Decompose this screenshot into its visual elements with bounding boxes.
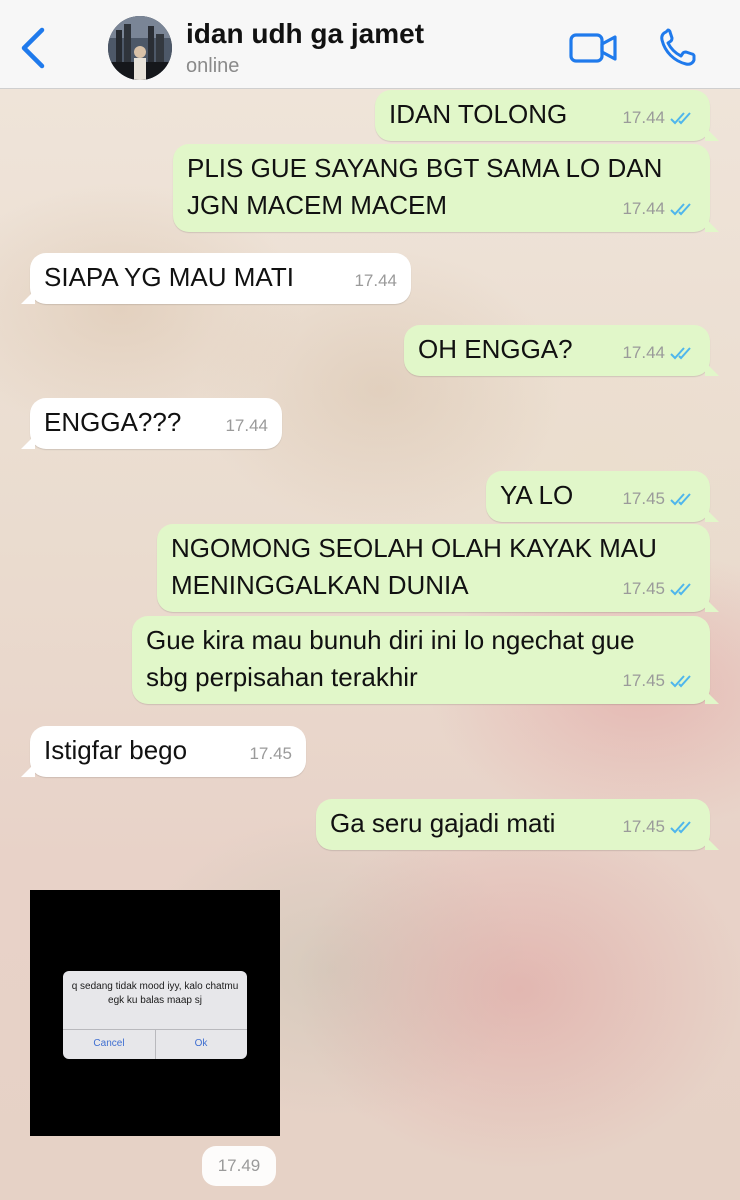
message-meta: 17.45 [622,570,696,607]
message-time: 17.44 [622,343,665,362]
message-meta: 17.44 [354,262,397,299]
alert-message-text: q sedang tidak mood iyy, kalo chatmu egk… [71,981,239,1006]
contact-avatar[interactable] [108,16,172,80]
double-check-icon [670,202,691,215]
outgoing-message[interactable]: PLIS GUE SAYANG BGT SAMA LO DAN JGN MACE… [173,144,719,232]
outgoing-message[interactable]: Ga seru gajadi mati 17.45 [316,799,719,850]
bubble-tail [705,690,719,704]
bubble-tail [705,218,719,232]
message-meta: 17.45 [622,480,696,517]
voice-call-button[interactable] [656,26,702,70]
image-message[interactable]: q sedang tidak mood iyy, kalo chatmu egk… [30,890,280,1136]
message-meta: 17.44 [225,407,268,444]
message-time: 17.44 [354,271,397,290]
message-text: NGOMONG SEOLAH OLAH KAYAK MAU MENINGGALK… [171,533,657,600]
message-text: Istigfar bego [44,735,188,765]
message-text: YA LO [500,480,574,510]
message-text: SIAPA YG MAU MATI [44,262,294,292]
bubble-tail [705,836,719,850]
double-check-icon [670,492,691,505]
message-text: ENGGA??? [44,407,182,437]
message-meta: 17.44 [622,99,696,136]
bubble-tail [21,435,35,449]
message-meta: 17.44 [622,190,696,227]
video-call-button[interactable] [568,28,620,68]
outgoing-message[interactable]: YA LO 17.45 [486,471,719,522]
message-meta: 17.44 [622,334,696,371]
contact-name[interactable]: idan udh ga jamet [186,18,424,50]
message-text: PLIS GUE SAYANG BGT SAMA LO DAN JGN MACE… [187,153,663,220]
image-message-time: 17.49 [202,1146,276,1186]
contact-status: online [186,55,240,77]
double-check-icon [670,582,691,595]
message-text: OH ENGGA? [418,334,573,364]
avatar-photo [108,16,172,80]
double-check-icon [670,346,691,359]
message-text: Gue kira mau bunuh diri ini lo ngechat g… [146,625,635,692]
chat-background[interactable]: IDAN TOLONG 17.44 PLIS GUE SAYANG BGT SA… [0,89,740,1200]
message-time: 17.45 [622,579,665,598]
double-check-icon [670,111,691,124]
message-text: IDAN TOLONG [389,99,568,129]
chevron-left-icon [21,27,45,69]
incoming-message[interactable]: Istigfar bego 17.45 [21,726,306,777]
message-time: 17.44 [622,199,665,218]
incoming-message[interactable]: ENGGA??? 17.44 [21,398,282,449]
double-check-icon [670,820,691,833]
bubble-tail [21,763,35,777]
chat-header: idan udh ga jamet online [0,0,740,89]
alert-cancel-label: Cancel [93,1038,125,1049]
message-time: 17.45 [622,817,665,836]
message-time: 17.45 [622,671,665,690]
outgoing-message[interactable]: Gue kira mau bunuh diri ini lo ngechat g… [132,616,719,704]
bubble-tail [705,598,719,612]
message-time: 17.45 [249,744,292,763]
message-time: 17.44 [622,108,665,127]
message-time: 17.45 [622,489,665,508]
outgoing-message[interactable]: OH ENGGA? 17.44 [404,325,719,376]
bubble-tail [705,127,719,141]
screenshot-alert-dialog: q sedang tidak mood iyy, kalo chatmu egk… [63,971,247,1059]
message-time: 17.44 [225,416,268,435]
bubble-tail [21,290,35,304]
alert-ok-label: Ok [194,1038,208,1049]
outgoing-message[interactable]: NGOMONG SEOLAH OLAH KAYAK MAU MENINGGALK… [157,524,719,612]
back-button[interactable] [16,26,52,70]
message-meta: 17.45 [249,735,292,772]
incoming-message[interactable]: SIAPA YG MAU MATI 17.44 [21,253,411,304]
outgoing-message[interactable]: IDAN TOLONG 17.44 [375,90,719,141]
phone-icon [660,28,696,66]
double-check-icon [670,674,691,687]
bubble-tail [705,508,719,522]
message-meta: 17.45 [622,662,696,699]
video-camera-icon [569,33,617,63]
message-meta: 17.45 [622,808,696,845]
bubble-tail [705,362,719,376]
message-text: Ga seru gajadi mati [330,808,556,838]
